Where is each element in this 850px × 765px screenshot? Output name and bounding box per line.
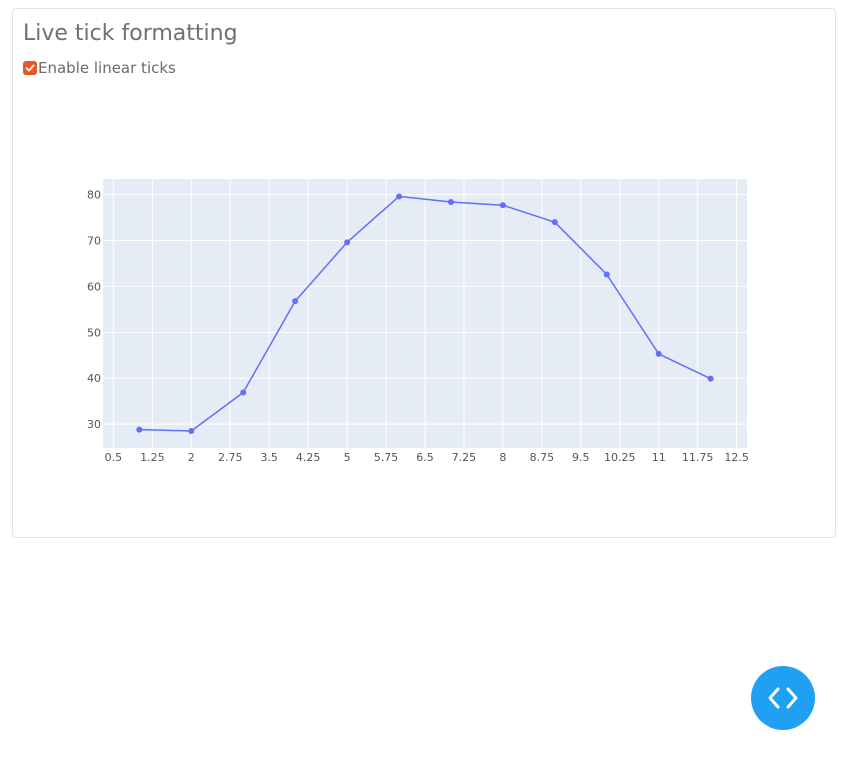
x-tick-label: 11 — [652, 451, 666, 464]
data-point — [240, 389, 247, 396]
x-tick-label: 9.5 — [572, 451, 590, 464]
x-tick-label: 5.75 — [374, 451, 399, 464]
x-tick-label: 7.25 — [452, 451, 477, 464]
y-tick-label: 50 — [87, 326, 101, 339]
y-tick-label: 30 — [87, 418, 101, 431]
data-point — [292, 298, 299, 305]
data-point — [188, 428, 195, 435]
data-point — [136, 426, 143, 433]
data-point — [603, 271, 610, 278]
x-tick-label: 8 — [499, 451, 506, 464]
x-tick-label: 10.25 — [604, 451, 636, 464]
x-tick-label: 2.75 — [218, 451, 243, 464]
x-tick-label: 2 — [188, 451, 195, 464]
x-tick-label: 3.5 — [260, 451, 278, 464]
data-point — [344, 239, 351, 246]
x-tick-label: 4.25 — [296, 451, 321, 464]
data-point — [499, 202, 506, 209]
data-point — [707, 375, 714, 382]
line-chart: 0.5 1.25 2 2.75 3.5 4.25 5 5.75 6.5 7.25 8 8.75 9.5 1… — [87, 179, 749, 464]
x-tick-label: 11.75 — [682, 451, 714, 464]
data-point — [447, 198, 454, 205]
data-point — [396, 193, 403, 200]
x-tick-label: 12.5 — [724, 451, 749, 464]
x-tick-label: 5 — [344, 451, 351, 464]
y-tick-label: 70 — [87, 235, 101, 248]
y-tick-label: 40 — [87, 372, 101, 385]
code-icon — [768, 687, 798, 709]
y-tick-label: 80 — [87, 189, 101, 202]
x-tick-label: 0.5 — [105, 451, 123, 464]
view-code-button[interactable] — [751, 666, 815, 730]
y-tick-label: 60 — [87, 280, 101, 293]
x-tick-label: 8.75 — [530, 451, 555, 464]
data-point — [655, 350, 662, 357]
data-point — [551, 219, 558, 226]
x-tick-label: 1.25 — [140, 451, 165, 464]
x-tick-label: 6.5 — [416, 451, 434, 464]
